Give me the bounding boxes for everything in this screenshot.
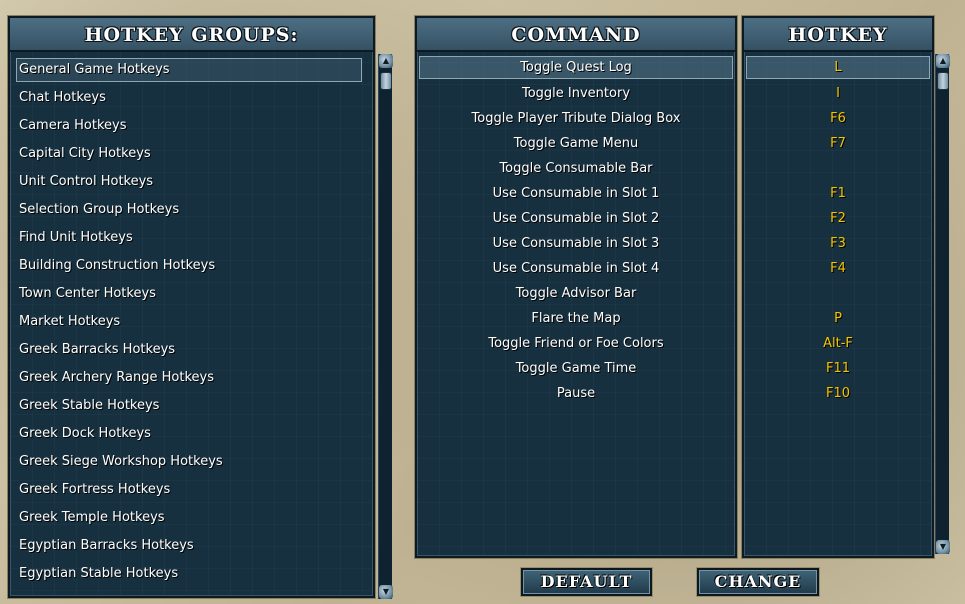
scroll-down-arrow-icon[interactable]: ▼ (936, 540, 950, 554)
command-row[interactable]: Toggle Consumable Bar (417, 156, 735, 181)
command-row[interactable]: Toggle Game Menu (417, 131, 735, 156)
scroll-thumb[interactable] (937, 72, 949, 90)
scroll-down-arrow-icon[interactable]: ▼ (379, 585, 393, 599)
command-row[interactable]: Use Consumable in Slot 1 (417, 181, 735, 206)
hotkey-group-item[interactable]: Find Unit Hotkeys (16, 224, 362, 252)
hotkey-group-item[interactable]: Greek Archery Range Hotkeys (16, 364, 362, 392)
hotkey-panel: HOTKEY L I F6 F7 F1 F2 F3 F4 P Alt-F F11 F10 (742, 16, 934, 558)
hotkey-value[interactable]: I (744, 81, 932, 106)
hotkey-group-item[interactable]: Egyptian Barracks Hotkeys (16, 532, 362, 560)
hotkey-group-item[interactable]: Egyptian Stable Hotkeys (16, 560, 362, 588)
command-row[interactable]: Toggle Friend or Foe Colors (417, 331, 735, 356)
default-button[interactable]: DEFAULT (521, 568, 652, 596)
hotkey-value[interactable]: P (744, 306, 932, 331)
command-panel: COMMAND Toggle Quest Log Toggle Inventory… (415, 16, 737, 558)
hotkey-value[interactable]: F10 (744, 381, 932, 406)
command-row[interactable]: Use Consumable in Slot 4 (417, 256, 735, 281)
hotkey-list: L I F6 F7 F1 F2 F3 F4 P Alt-F F11 F10 (744, 56, 932, 406)
scroll-up-arrow-icon[interactable]: ▲ (379, 54, 393, 68)
hotkey-group-item[interactable]: Building Construction Hotkeys (16, 252, 362, 280)
hotkey-value[interactable]: L (746, 56, 930, 79)
hotkey-value[interactable]: F11 (744, 356, 932, 381)
scroll-up-arrow-icon[interactable]: ▲ (936, 54, 950, 68)
command-row[interactable]: Toggle Advisor Bar (417, 281, 735, 306)
hotkey-group-item[interactable]: Unit Control Hotkeys (16, 168, 362, 196)
command-row[interactable]: Pause (417, 381, 735, 406)
change-button[interactable]: CHANGE (697, 568, 819, 596)
hotkey-value[interactable]: F2 (744, 206, 932, 231)
hotkey-group-item[interactable]: Greek Dock Hotkeys (16, 420, 362, 448)
hotkey-groups-list: General Game Hotkeys Chat Hotkeys Camera H… (16, 56, 362, 588)
hotkey-group-item[interactable]: General Game Hotkeys (16, 58, 362, 82)
command-row[interactable]: Toggle Inventory (417, 81, 735, 106)
command-header: COMMAND (417, 18, 735, 52)
command-list: Toggle Quest Log Toggle Inventory Toggle P… (417, 56, 735, 406)
hotkey-group-item[interactable]: Camera Hotkeys (16, 112, 362, 140)
hotkey-group-item[interactable]: Town Center Hotkeys (16, 280, 362, 308)
hotkey-value[interactable] (744, 156, 932, 181)
hotkey-value[interactable] (744, 281, 932, 306)
command-row[interactable]: Use Consumable in Slot 2 (417, 206, 735, 231)
command-list-scrollbar[interactable]: ▲ ▼ (935, 54, 950, 554)
command-row[interactable]: Toggle Player Tribute Dialog Box (417, 106, 735, 131)
hotkey-groups-panel: HOTKEY GROUPS: General Game Hotkeys Chat … (8, 16, 375, 598)
hotkey-header: HOTKEY (744, 18, 932, 52)
scroll-thumb[interactable] (380, 72, 392, 90)
hotkey-value[interactable]: F1 (744, 181, 932, 206)
hotkey-groups-scrollbar[interactable]: ▲ ▼ (378, 54, 393, 599)
hotkey-groups-header: HOTKEY GROUPS: (10, 18, 373, 52)
hotkey-group-item[interactable]: Greek Barracks Hotkeys (16, 336, 362, 364)
hotkey-group-item[interactable]: Greek Fortress Hotkeys (16, 476, 362, 504)
hotkey-value[interactable]: F3 (744, 231, 932, 256)
command-row[interactable]: Use Consumable in Slot 3 (417, 231, 735, 256)
hotkey-group-item[interactable]: Market Hotkeys (16, 308, 362, 336)
hotkey-value[interactable]: F6 (744, 106, 932, 131)
hotkey-group-item[interactable]: Capital City Hotkeys (16, 140, 362, 168)
hotkey-group-item[interactable]: Greek Stable Hotkeys (16, 392, 362, 420)
hotkey-value[interactable]: F4 (744, 256, 932, 281)
hotkey-group-item[interactable]: Greek Siege Workshop Hotkeys (16, 448, 362, 476)
hotkey-value[interactable]: F7 (744, 131, 932, 156)
command-row[interactable]: Toggle Game Time (417, 356, 735, 381)
hotkey-group-item[interactable]: Greek Temple Hotkeys (16, 504, 362, 532)
hotkey-group-item[interactable]: Selection Group Hotkeys (16, 196, 362, 224)
hotkey-group-item[interactable]: Chat Hotkeys (16, 84, 362, 112)
command-row[interactable]: Toggle Quest Log (419, 56, 733, 79)
hotkey-value[interactable]: Alt-F (744, 331, 932, 356)
command-row[interactable]: Flare the Map (417, 306, 735, 331)
